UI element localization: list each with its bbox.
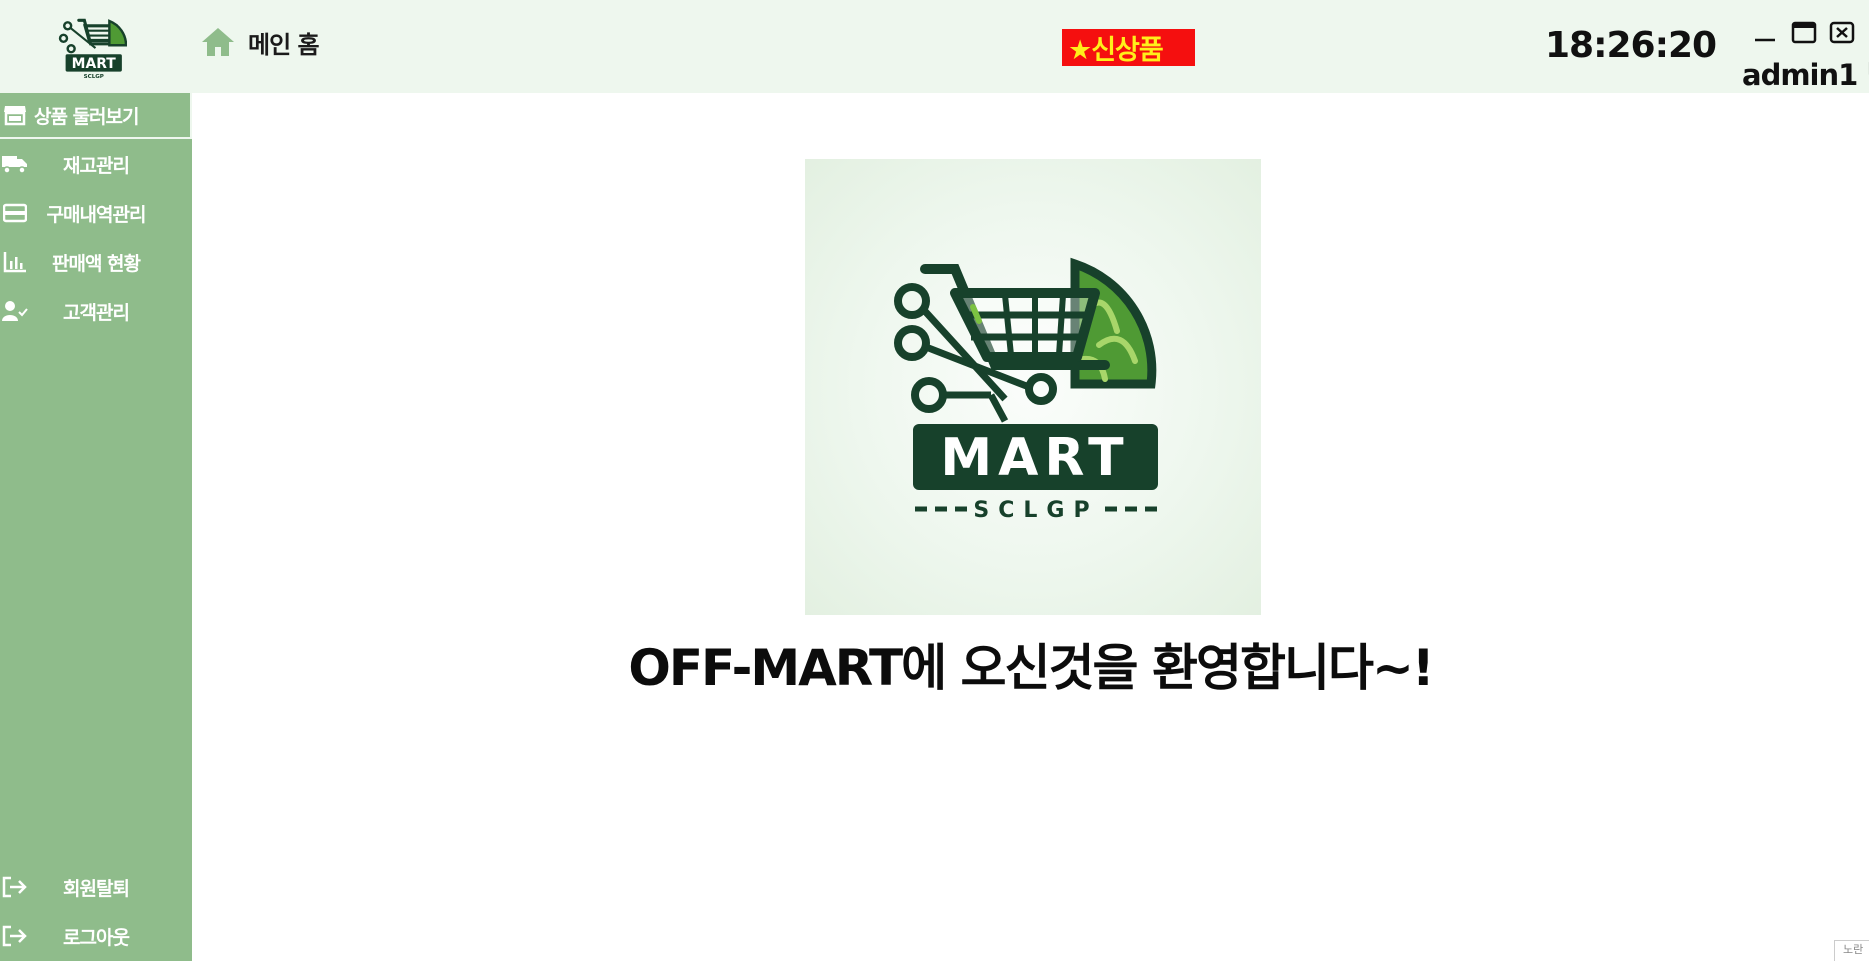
sidebar-item-label: 로그아웃 [63, 926, 130, 949]
sidebar-item-label: 상품 둘러보기 [34, 105, 139, 128]
store-icon [2, 102, 28, 128]
svg-text:SCLGP: SCLGP [973, 498, 1098, 523]
sidebar-item-withdraw[interactable]: 회원탈퇴 [0, 864, 192, 910]
sidebar-item-logout[interactable]: 로그아웃 [0, 913, 192, 959]
sidebar-item-label: 판매액 현황 [51, 252, 141, 275]
close-button[interactable] [1827, 18, 1857, 48]
mart-logo-icon: MART SCLGP [58, 18, 127, 79]
user-greeting: admin1 님 [1742, 58, 1869, 92]
maximize-button[interactable] [1789, 18, 1819, 48]
sidebar-item-label: 고객관리 [63, 301, 130, 324]
minimize-button[interactable] [1750, 18, 1780, 48]
corner-tab[interactable]: 노란 [1834, 940, 1869, 961]
maximize-icon [1791, 21, 1817, 44]
home-label: 메인 홈 [248, 30, 320, 59]
top-bar: MART SCLGP 메인 홈 ★신상품 18:26:20 admin1 님 [0, 0, 1869, 93]
home-icon [202, 28, 234, 56]
mart-logo-icon: MART SCLGP [894, 257, 1158, 523]
main-logo-image: MART SCLGP [805, 159, 1261, 615]
sidebar: 상품 둘러보기 재고관리 구매내역관리 판매액 현황 고객관리 회원탈퇴 로그아… [0, 93, 192, 961]
welcome-message: OFF-MART에 오신것을 환영합니다~! [628, 639, 1434, 697]
svg-text:SCLGP: SCLGP [83, 73, 103, 79]
clock: 18:26:20 [1545, 25, 1717, 66]
sidebar-item-sales-status[interactable]: 판매액 현황 [0, 239, 192, 285]
sidebar-item-browse-products[interactable]: 상품 둘러보기 [0, 93, 192, 139]
sidebar-item-label: 회원탈퇴 [63, 877, 130, 900]
home-button[interactable]: 메인 홈 [200, 22, 320, 62]
sidebar-item-label: 구매내역관리 [46, 203, 147, 226]
svg-text:MART: MART [940, 428, 1129, 488]
app-logo[interactable]: MART SCLGP [45, 0, 138, 93]
svg-text:MART: MART [71, 56, 116, 72]
sidebar-item-purchase-history[interactable]: 구매내역관리 [0, 190, 192, 236]
sidebar-item-inventory[interactable]: 재고관리 [0, 141, 192, 187]
close-icon [1829, 21, 1855, 44]
sidebar-item-label: 재고관리 [63, 154, 130, 177]
new-product-marquee[interactable]: ★신상품 [1062, 29, 1195, 66]
minimize-icon [1755, 38, 1775, 42]
sidebar-item-customers[interactable]: 고객관리 [0, 288, 192, 334]
